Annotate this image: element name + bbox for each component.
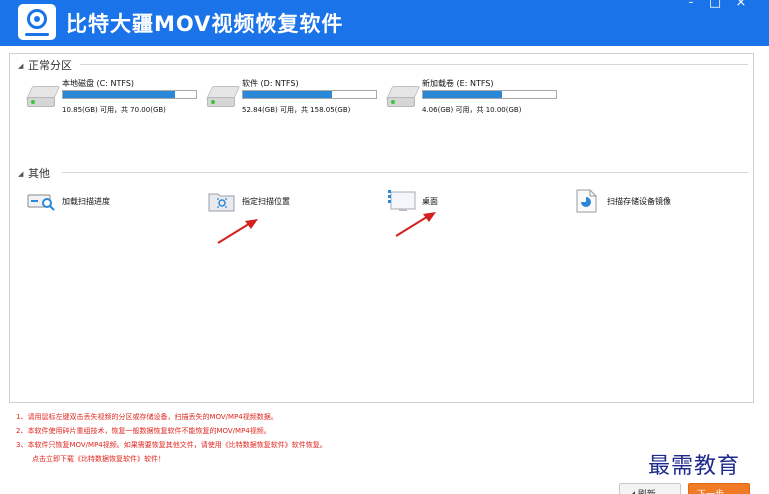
hard-drive-icon xyxy=(385,80,421,110)
drive-name: 新加载卷 (E: NTFS) xyxy=(422,79,494,88)
annotation-arrow-icon xyxy=(395,212,436,237)
tool-label: 桌面 xyxy=(422,197,438,206)
scan-button[interactable]: 下一步 xyxy=(688,483,750,494)
tool-disk-image[interactable]: 扫描存储设备镜像 xyxy=(572,189,722,215)
minimize-button[interactable]: - xyxy=(682,0,700,10)
main-panel: ◢ 正常分区 本地磁盘 (C: NTFS) 10.85(GB) 可用，共 70.0… xyxy=(9,53,754,403)
drive-usage-fill xyxy=(243,91,332,98)
drive-usage-bar xyxy=(422,90,557,99)
collapse-triangle-icon: ◢ xyxy=(18,62,24,70)
maximize-button[interactable]: □ xyxy=(706,0,724,10)
note-line: 1、请用鼠标左键双击丢失视频的分区或存储设备，扫描丢失的MOV/MP4视频数据。 xyxy=(16,413,278,421)
notes: 1、请用鼠标左键双击丢失视频的分区或存储设备，扫描丢失的MOV/MP4视频数据。… xyxy=(16,410,327,466)
tool-label: 指定扫描位置 xyxy=(242,197,290,206)
annotation-arrow-icon xyxy=(217,219,258,244)
other-heading-label: 其他 xyxy=(28,167,50,180)
app-logo-icon xyxy=(18,4,56,40)
section-divider xyxy=(80,64,748,65)
collapse-triangle-icon: ◢ xyxy=(18,170,24,178)
load-progress-icon xyxy=(27,194,55,211)
section-divider xyxy=(62,172,748,173)
scan-location-icon xyxy=(208,193,235,212)
tool-label: 扫描存储设备镜像 xyxy=(607,197,671,206)
drive-size: 52.84(GB) 可用，共 158.05(GB) xyxy=(242,106,351,114)
close-button[interactable]: × xyxy=(732,0,750,10)
drive-name: 软件 (D: NTFS) xyxy=(242,79,299,88)
drive-usage-bar xyxy=(242,90,377,99)
partitions-heading[interactable]: ◢ 正常分区 xyxy=(18,57,72,72)
drive-name: 本地磁盘 (C: NTFS) xyxy=(62,79,135,88)
hard-drive-icon xyxy=(25,80,61,110)
drive-usage-bar xyxy=(62,90,197,99)
tool-scan-location[interactable]: 指定扫描位置 xyxy=(207,189,357,215)
tool-label: 加载扫描进度 xyxy=(62,197,110,206)
drive-c[interactable]: 本地磁盘 (C: NTFS) 10.85(GB) 可用，共 70.00(GB) xyxy=(25,78,207,118)
note-line: 3、本软件只恢复MOV/MP4视频。如果需要恢复其他文件，请使用《比特数据恢复软… xyxy=(16,441,327,449)
drive-size: 4.06(GB) 可用，共 10.00(GB) xyxy=(422,106,522,114)
refresh-button[interactable]: ◢ 刷新 xyxy=(619,483,681,494)
download-link[interactable]: 点击立即下载《比特数据恢复软件》软件！ xyxy=(16,452,327,466)
drive-usage-fill xyxy=(423,91,502,98)
drive-usage-fill xyxy=(63,91,176,98)
drive-e[interactable]: 新加载卷 (E: NTFS) 4.06(GB) 可用，共 10.00(GB) xyxy=(385,78,567,118)
other-heading[interactable]: ◢ 其他 xyxy=(18,165,50,180)
drive-size: 10.85(GB) 可用，共 70.00(GB) xyxy=(62,106,166,114)
disk-image-icon xyxy=(576,189,597,213)
partitions-heading-label: 正常分区 xyxy=(28,59,72,72)
hard-drive-icon xyxy=(205,80,241,110)
app-title: 比特大疆MOV视频恢复软件 xyxy=(66,12,344,36)
drive-d[interactable]: 软件 (D: NTFS) 52.84(GB) 可用，共 158.05(GB) xyxy=(205,78,387,118)
watermark: 最需教育 xyxy=(648,454,741,479)
note-line: 2、本软件使用碎片重组技术，恢复一般数据恢复软件不能恢复的MOV/MP4视频。 xyxy=(16,427,271,435)
tool-load-progress[interactable]: 加载扫描进度 xyxy=(27,189,177,215)
title-bar: 比特大疆MOV视频恢复软件 - □ × xyxy=(0,0,769,46)
